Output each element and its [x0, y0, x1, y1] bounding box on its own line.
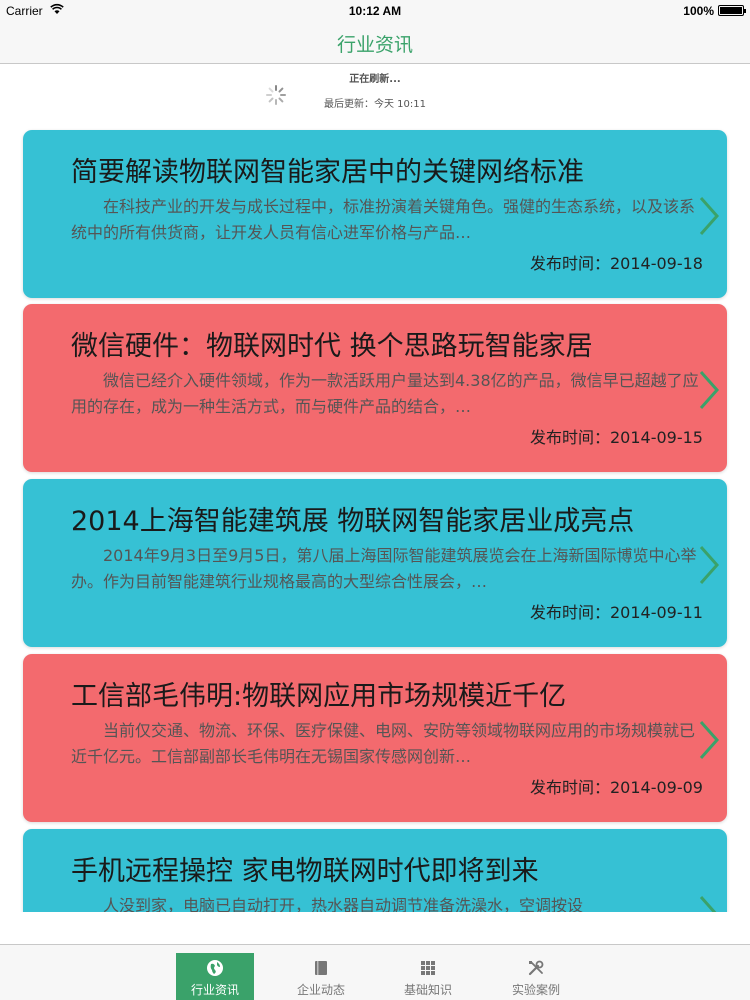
tab-label: 基础知识	[403, 983, 452, 997]
news-title: 2014上海智能建筑展 物联网智能家居业成亮点	[71, 506, 635, 537]
news-title: 微信硬件：物联网时代 换个思路玩智能家居	[71, 331, 593, 362]
tab-experiment-cases[interactable]: 实验案例	[497, 953, 575, 1000]
book-icon	[315, 961, 327, 975]
news-summary: 当前仅交通、物流、环保、医疗保健、电网、安防等领域物联网应用的市场规模就已近千亿…	[71, 721, 696, 766]
refresh-status-text: 正在刷新...	[349, 74, 401, 85]
tab-bar: 行业资讯 企业动态 基础知识 实验案例	[0, 944, 750, 1000]
news-summary: 微信已经介入硬件领域，作为一款活跃用户量达到4.38亿的产品，微信早已超越了应用…	[71, 371, 699, 416]
news-summary: 在科技产业的开发与成长过程中，标准扮演着关键角色。强健的生态系统，以及该系统中的…	[71, 197, 696, 242]
battery-percent: 100%	[683, 4, 714, 18]
globe-icon	[207, 960, 223, 976]
news-card[interactable]: 工信部毛伟明:物联网应用市场规模近千亿 当前仅交通、物流、环保、医疗保健、电网、…	[23, 654, 727, 822]
page-title: 行业资讯	[336, 34, 413, 56]
news-date: 发布时间：2014-09-15	[530, 428, 703, 447]
news-summary: 人没到家，电脑已自动打开，热水器自动调节准备洗澡水，空调按设	[103, 896, 584, 912]
news-list[interactable]: 简要解读物联网智能家居中的关键网络标准 在科技产业的开发与成长过程中，标准扮演着…	[0, 124, 750, 912]
last-updated-text: 最后更新：今天 10:11	[324, 99, 426, 110]
news-date: 发布时间：2014-09-11	[530, 603, 703, 622]
status-time: 10:12 AM	[348, 4, 402, 18]
grid-icon	[421, 961, 435, 975]
tab-basic-knowledge[interactable]: 基础知识	[389, 953, 467, 1000]
pull-to-refresh: 正在刷新... 最后更新：今天 10:11	[0, 64, 750, 124]
tab-industry-news[interactable]: 行业资讯	[176, 953, 254, 1000]
chevron-right-icon	[699, 546, 720, 584]
tab-label: 企业动态	[296, 983, 345, 997]
news-card[interactable]: 手机远程操控 家电物联网时代即将到来 人没到家，电脑已自动打开，热水器自动调节准…	[23, 829, 727, 912]
news-date: 发布时间：2014-09-09	[530, 778, 703, 797]
chevron-right-icon	[699, 197, 720, 235]
tools-icon	[528, 960, 544, 976]
news-title: 简要解读物联网智能家居中的关键网络标准	[71, 157, 584, 188]
navigation-bar: 行业资讯	[0, 22, 750, 64]
chevron-right-icon	[699, 896, 717, 912]
news-card[interactable]: 微信硬件：物联网时代 换个思路玩智能家居 微信已经介入硬件领域，作为一款活跃用户…	[23, 304, 727, 472]
status-bar: Carrier 10:12 AM 100%	[0, 0, 750, 22]
battery-icon	[718, 5, 746, 16]
chevron-right-icon	[699, 721, 720, 759]
news-date: 发布时间：2014-09-18	[530, 254, 703, 273]
tab-company-news[interactable]: 企业动态	[282, 953, 360, 1000]
news-card[interactable]: 简要解读物联网智能家居中的关键网络标准 在科技产业的开发与成长过程中，标准扮演着…	[23, 130, 727, 298]
tab-label: 行业资讯	[190, 983, 239, 997]
chevron-right-icon	[699, 371, 720, 409]
news-title: 手机远程操控 家电物联网时代即将到来	[71, 856, 539, 887]
tab-label: 实验案例	[511, 983, 560, 997]
news-summary: 2014年9月3日至9月5日，第八届上海国际智能建筑展览会在上海新国际博览中心举…	[71, 546, 697, 591]
news-card[interactable]: 2014上海智能建筑展 物联网智能家居业成亮点 2014年9月3日至9月5日，第…	[23, 479, 727, 647]
news-title: 工信部毛伟明:物联网应用市场规模近千亿	[71, 681, 567, 712]
